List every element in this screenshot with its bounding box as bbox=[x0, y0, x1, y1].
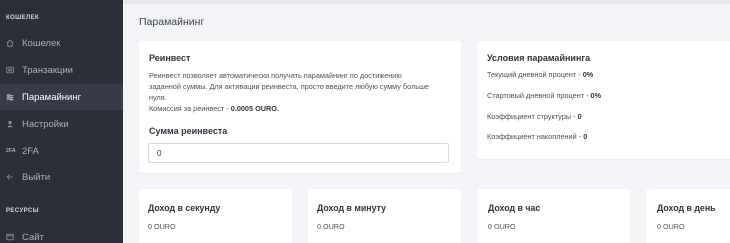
condition-label: Стартовый дневной процент - bbox=[487, 91, 591, 100]
sidebar-item-label: Настройки bbox=[22, 118, 69, 130]
sidebar-item-label: 2FA bbox=[22, 145, 39, 157]
sidebar-item-label: Парамайнинг bbox=[22, 91, 82, 103]
stack-icon bbox=[0, 93, 22, 101]
income-title: Доход в секунду bbox=[148, 203, 221, 213]
condition-row: Коэффициент накоплений - 0 bbox=[487, 132, 587, 141]
income-value: 0 OURO bbox=[148, 222, 176, 231]
income-value: 0 OURO bbox=[657, 222, 685, 231]
income-title: Доход в минуту bbox=[317, 203, 386, 213]
commission-value: 0.0005 OURO. bbox=[230, 104, 279, 113]
condition-value: 0 bbox=[583, 132, 588, 141]
condition-label: Коэффициент накоплений - bbox=[487, 132, 584, 141]
condition-row: Стартовый дневной процент - 0% bbox=[487, 91, 601, 100]
reinvest-commission: Комиссия за реинвест - 0.0005 OURO. bbox=[149, 103, 454, 114]
sidebar-item-label: Сайт bbox=[22, 231, 44, 243]
2fa-icon-text: 2FA bbox=[6, 148, 16, 154]
page-title: Парамайнинг bbox=[139, 16, 205, 28]
reinvest-card: Реинвест Реинвест позволяет автоматическ… bbox=[139, 41, 461, 173]
sidebar-section-wallet: КОШЕЛЕК bbox=[6, 15, 40, 21]
page-header: Парамайнинг bbox=[123, 0, 730, 43]
reinvest-title: Реинвест bbox=[149, 53, 191, 63]
sidebar-item-transactions[interactable]: Транзакции bbox=[0, 57, 123, 83]
home-icon bbox=[0, 39, 22, 47]
2fa-icon: 2FA bbox=[0, 148, 22, 154]
condition-value: 0% bbox=[582, 70, 594, 79]
sidebar-item-paramining[interactable]: Парамайнинг bbox=[0, 84, 123, 110]
sidebar-item-2fa[interactable]: 2FA 2FA bbox=[0, 138, 123, 164]
income-value: 0 OURO bbox=[317, 222, 345, 231]
arrow-left-icon bbox=[0, 173, 22, 181]
reinvest-amount-input[interactable]: 0 bbox=[148, 143, 449, 163]
condition-label: Текущий дневной процент - bbox=[487, 70, 583, 79]
browser-icon bbox=[0, 233, 22, 241]
income-card-day: Доход в день 0 OURO bbox=[646, 189, 730, 243]
reinvest-desc-line: нуля. bbox=[149, 93, 167, 102]
reinvest-desc-line: заданной суммы. Для активации реинвеста,… bbox=[149, 82, 429, 91]
condition-label: Коэффициент структуры - bbox=[487, 112, 578, 121]
sidebar-item-label: Транзакции bbox=[22, 64, 73, 76]
commission-label: Комиссия за реинвест - bbox=[149, 104, 231, 113]
sidebar-item-site[interactable]: Сайт bbox=[0, 224, 123, 243]
sidebar-item-wallet[interactable]: Кошелек bbox=[0, 30, 123, 56]
conditions-title: Условия парамайнинга bbox=[487, 53, 591, 63]
condition-row: Текущий дневной процент - 0% bbox=[487, 70, 593, 79]
income-card-hour: Доход в час 0 OURO bbox=[477, 189, 630, 243]
header-top-border bbox=[123, 0, 730, 4]
income-card-minute: Доход в минуту 0 OURO bbox=[308, 189, 461, 243]
income-value: 0 OURO bbox=[488, 222, 516, 231]
sidebar-section-resources: РЕСУРСЫ bbox=[6, 208, 39, 214]
condition-value: 0% bbox=[590, 91, 602, 100]
sidebar-item-label: Выйти bbox=[22, 171, 51, 183]
reinvest-amount-value: 0 bbox=[157, 149, 162, 158]
condition-row: Коэффициент структуры - 0 bbox=[487, 112, 582, 121]
sidebar-item-settings[interactable]: Настройки bbox=[0, 111, 123, 137]
reinvest-amount-label: Сумма реинвеста bbox=[149, 126, 228, 136]
sidebar: КОШЕЛЕК Кошелек Транзакции Парамайнинг Н… bbox=[0, 0, 123, 243]
list-icon bbox=[0, 66, 22, 74]
income-title: Доход в день bbox=[657, 203, 716, 213]
income-title: Доход в час bbox=[488, 203, 541, 213]
reinvest-description: Реинвест позволяет автоматически получат… bbox=[149, 70, 454, 114]
sidebar-item-label: Кошелек bbox=[22, 37, 61, 49]
reinvest-desc-line: Реинвест позволяет автоматически получат… bbox=[149, 71, 402, 80]
income-card-second: Доход в секунду 0 OURO bbox=[139, 189, 292, 243]
sidebar-item-logout[interactable]: Выйти bbox=[0, 164, 123, 190]
user-icon bbox=[0, 120, 22, 128]
conditions-card: Условия парамайнинга Текущий дневной про… bbox=[477, 41, 730, 159]
condition-value: 0 bbox=[577, 112, 582, 121]
